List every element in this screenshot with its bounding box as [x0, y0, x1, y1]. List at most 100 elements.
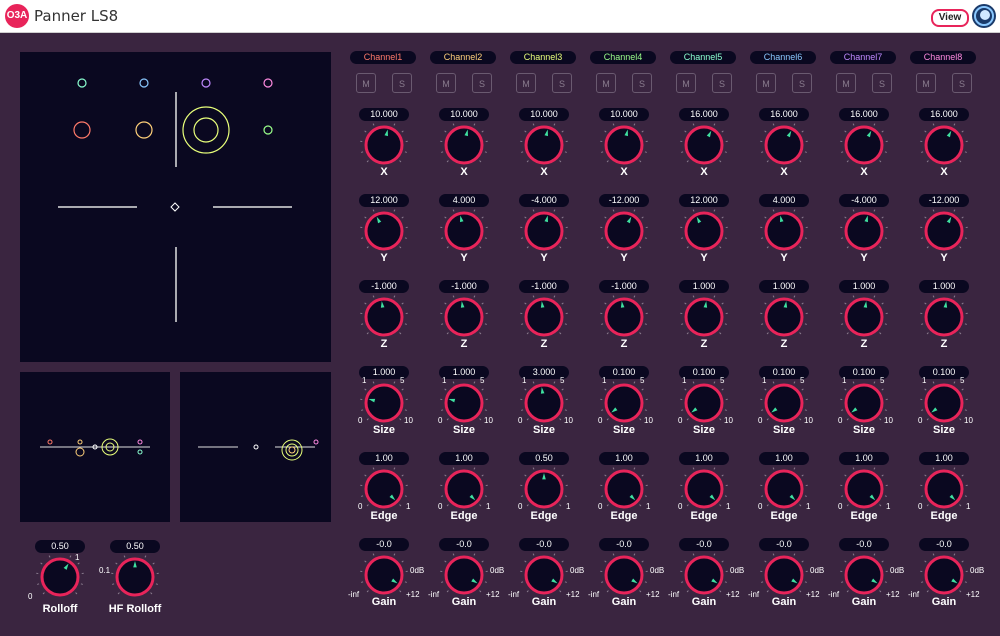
gain-knob[interactable]: -0.0 Gain -inf 0dB +12	[584, 538, 664, 624]
x-dial[interactable]	[355, 123, 413, 167]
y-knob[interactable]: 12.000 Y	[664, 194, 744, 280]
mute-button[interactable]: M	[916, 73, 936, 93]
mute-button[interactable]: M	[756, 73, 776, 93]
z-value[interactable]: -1.000	[439, 280, 489, 293]
x-knob[interactable]: 10.000 X	[504, 108, 584, 194]
gain-value[interactable]: -0.0	[919, 538, 969, 551]
z-knob[interactable]: 1.000 Z	[744, 280, 824, 366]
gain-value[interactable]: -0.0	[679, 538, 729, 551]
hf-rolloff-value[interactable]: 0.50	[110, 540, 160, 553]
z-knob[interactable]: 1.000 Z	[824, 280, 904, 366]
z-knob[interactable]: -1.000 Z	[344, 280, 424, 366]
x-value[interactable]: 16.000	[679, 108, 729, 121]
size-knob[interactable]: 3.000 Size 0 1 5 10	[504, 366, 584, 452]
gain-value[interactable]: -0.0	[839, 538, 889, 551]
gain-knob[interactable]: -0.0 Gain -inf 0dB +12	[504, 538, 584, 624]
gain-knob[interactable]: -0.0 Gain -inf 0dB +12	[344, 538, 424, 624]
edge-value[interactable]: 1.00	[679, 452, 729, 465]
x-knob[interactable]: 16.000 X	[664, 108, 744, 194]
y-knob[interactable]: -12.000 Y	[584, 194, 664, 280]
hf-rolloff-control[interactable]: 0.50 0.1 HF Rolloff	[95, 540, 175, 626]
z-value[interactable]: 1.000	[839, 280, 889, 293]
y-dial[interactable]	[515, 209, 573, 253]
z-dial[interactable]	[835, 295, 893, 339]
gain-value[interactable]: -0.0	[759, 538, 809, 551]
y-dial[interactable]	[675, 209, 733, 253]
z-value[interactable]: -1.000	[599, 280, 649, 293]
solo-button[interactable]: S	[872, 73, 892, 93]
mute-button[interactable]: M	[436, 73, 456, 93]
mute-button[interactable]: M	[676, 73, 696, 93]
size-knob[interactable]: 0.100 Size 0 1 5 10	[744, 366, 824, 452]
edge-knob[interactable]: 0.50 Edge 0 1	[504, 452, 584, 538]
gain-value[interactable]: -0.0	[439, 538, 489, 551]
edge-value[interactable]: 1.00	[759, 452, 809, 465]
globe-icon[interactable]	[971, 3, 997, 29]
edge-value[interactable]: 1.00	[839, 452, 889, 465]
y-dial[interactable]	[835, 209, 893, 253]
size-knob[interactable]: 0.100 Size 0 1 5 10	[904, 366, 984, 452]
x-dial[interactable]	[675, 123, 733, 167]
x-dial[interactable]	[595, 123, 653, 167]
gain-dial[interactable]	[835, 553, 893, 597]
solo-button[interactable]: S	[472, 73, 492, 93]
edge-value[interactable]: 1.00	[439, 452, 489, 465]
x-value[interactable]: 16.000	[839, 108, 889, 121]
z-value[interactable]: -1.000	[359, 280, 409, 293]
y-knob[interactable]: -4.000 Y	[504, 194, 584, 280]
rolloff-control[interactable]: 0.50 1 0 Rolloff	[20, 540, 100, 626]
rolloff-dial[interactable]	[31, 555, 89, 599]
y-dial[interactable]	[915, 209, 973, 253]
y-knob[interactable]: 12.000 Y	[344, 194, 424, 280]
y-knob[interactable]: -4.000 Y	[824, 194, 904, 280]
edge-value[interactable]: 1.00	[359, 452, 409, 465]
edge-dial[interactable]	[675, 467, 733, 511]
y-value[interactable]: -4.000	[519, 194, 569, 207]
z-value[interactable]: 1.000	[919, 280, 969, 293]
z-dial[interactable]	[435, 295, 493, 339]
gain-dial[interactable]	[915, 553, 973, 597]
solo-button[interactable]: S	[952, 73, 972, 93]
y-value[interactable]: -12.000	[599, 194, 649, 207]
gain-value[interactable]: -0.0	[519, 538, 569, 551]
gain-dial[interactable]	[675, 553, 733, 597]
z-value[interactable]: -1.000	[519, 280, 569, 293]
solo-button[interactable]: S	[392, 73, 412, 93]
y-dial[interactable]	[595, 209, 653, 253]
x-value[interactable]: 10.000	[599, 108, 649, 121]
edge-dial[interactable]	[515, 467, 573, 511]
x-knob[interactable]: 10.000 X	[424, 108, 504, 194]
x-value[interactable]: 10.000	[519, 108, 569, 121]
view-button[interactable]: View	[931, 9, 969, 27]
size-knob[interactable]: 1.000 Size 0 1 5 10	[344, 366, 424, 452]
edge-dial[interactable]	[355, 467, 413, 511]
z-dial[interactable]	[355, 295, 413, 339]
edge-value[interactable]: 1.00	[599, 452, 649, 465]
y-value[interactable]: -12.000	[919, 194, 969, 207]
size-knob[interactable]: 0.100 Size 0 1 5 10	[584, 366, 664, 452]
x-knob[interactable]: 16.000 X	[904, 108, 984, 194]
x-knob[interactable]: 16.000 X	[824, 108, 904, 194]
rolloff-value[interactable]: 0.50	[35, 540, 85, 553]
gain-dial[interactable]	[755, 553, 813, 597]
edge-knob[interactable]: 1.00 Edge 0 1	[344, 452, 424, 538]
x-value[interactable]: 16.000	[759, 108, 809, 121]
mute-button[interactable]: M	[356, 73, 376, 93]
z-dial[interactable]	[915, 295, 973, 339]
y-value[interactable]: 4.000	[759, 194, 809, 207]
edge-knob[interactable]: 1.00 Edge 0 1	[664, 452, 744, 538]
y-dial[interactable]	[755, 209, 813, 253]
side-view-panel[interactable]	[180, 372, 331, 522]
z-knob[interactable]: -1.000 Z	[424, 280, 504, 366]
gain-dial[interactable]	[355, 553, 413, 597]
solo-button[interactable]: S	[792, 73, 812, 93]
x-value[interactable]: 10.000	[359, 108, 409, 121]
edge-knob[interactable]: 1.00 Edge 0 1	[424, 452, 504, 538]
x-knob[interactable]: 10.000 X	[584, 108, 664, 194]
y-knob[interactable]: 4.000 Y	[424, 194, 504, 280]
size-knob[interactable]: 1.000 Size 0 1 5 10	[424, 366, 504, 452]
x-dial[interactable]	[835, 123, 893, 167]
edge-knob[interactable]: 1.00 Edge 0 1	[904, 452, 984, 538]
mute-button[interactable]: M	[836, 73, 856, 93]
gain-knob[interactable]: -0.0 Gain -inf 0dB +12	[424, 538, 504, 624]
